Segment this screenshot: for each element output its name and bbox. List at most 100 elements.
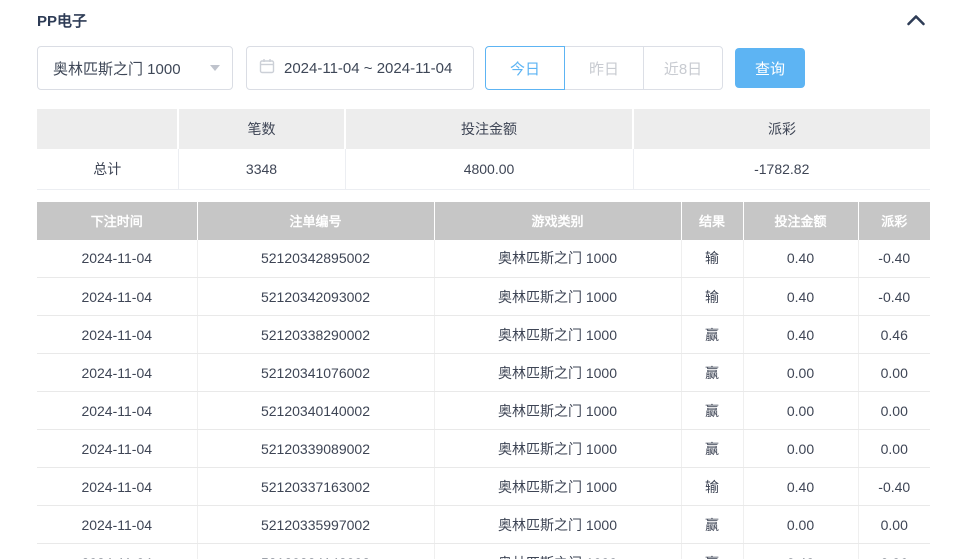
query-button[interactable]: 查询 (735, 48, 805, 88)
calendar-icon (259, 58, 275, 79)
last-8-days-button[interactable]: 近8日 (643, 46, 723, 90)
quick-date-button-group: 今日 昨日 近8日 (485, 46, 723, 90)
cell-result: 输 (681, 467, 744, 506)
cell-result: 赢 (681, 353, 744, 392)
table-row: 2024-11-04 52120342895002 奥林匹斯之门 1000 输 … (37, 239, 930, 278)
bets-header-bet-id: 注单编号 (197, 201, 435, 240)
cell-bet-amount: 0.00 (743, 391, 859, 430)
cell-bet-date: 2024-11-04 (37, 543, 198, 559)
cell-bet-amount: 0.00 (743, 353, 859, 392)
bets-header-bet-amount: 投注金额 (743, 201, 859, 240)
summary-header-row: 笔数 投注金额 派彩 (37, 109, 930, 149)
cell-bet-date: 2024-11-04 (37, 505, 198, 544)
bets-header-bet-time: 下注时间 (37, 201, 198, 240)
cell-bet-id: 52120342093002 (197, 277, 435, 316)
cell-result: 赢 (681, 315, 744, 354)
cell-game-type: 奥林匹斯之门 1000 (434, 353, 682, 392)
bets-header-result: 结果 (681, 201, 744, 240)
cell-game-type: 奥林匹斯之门 1000 (434, 239, 682, 278)
cell-result: 赢 (681, 391, 744, 430)
cell-payout: -0.40 (858, 277, 930, 316)
cell-bet-id: 52120339089002 (197, 429, 435, 468)
date-range-value: 2024-11-04 ~ 2024-11-04 (284, 59, 453, 77)
table-row: 2024-11-04 52120337163002 奥林匹斯之门 1000 输 … (37, 467, 930, 506)
cell-bet-date: 2024-11-04 (37, 239, 198, 278)
table-row: 2024-11-04 52120335997002 奥林匹斯之门 1000 赢 … (37, 505, 930, 544)
summary-total-bet-amount: 4800.00 (344, 149, 634, 190)
cell-payout: -0.40 (858, 467, 930, 506)
today-button[interactable]: 今日 (485, 46, 565, 90)
cell-game-type: 奥林匹斯之门 1000 (434, 543, 682, 559)
cell-bet-id: 52120337163002 (197, 467, 435, 506)
cell-game-type: 奥林匹斯之门 1000 (434, 391, 682, 430)
cell-bet-id: 52120334142002 (197, 543, 435, 559)
panel-title: PP电子 (37, 12, 88, 30)
cell-bet-date: 2024-11-04 (37, 315, 198, 354)
cell-bet-id: 52120342895002 (197, 239, 435, 278)
cell-bet-amount: 0.40 (743, 239, 859, 278)
summary-total-payout: -1782.82 (632, 149, 930, 190)
cell-payout: 0.06 (858, 543, 930, 559)
cell-payout: 0.00 (858, 429, 930, 468)
table-row: 2024-11-04 52120342093002 奥林匹斯之门 1000 输 … (37, 277, 930, 316)
summary-table: 笔数 投注金额 派彩 总计 3348 4800.00 -1782.82 (37, 109, 930, 190)
summary-total-count: 3348 (177, 149, 346, 190)
panel-header: PP电子 (37, 8, 930, 32)
cell-game-type: 奥林匹斯之门 1000 (434, 277, 682, 316)
cell-payout: 0.46 (858, 315, 930, 354)
game-select[interactable]: 奥林匹斯之门 1000 (37, 46, 233, 90)
cell-bet-amount: 0.00 (743, 429, 859, 468)
chevron-up-icon (906, 14, 926, 29)
table-row: 2024-11-04 52120338290002 奥林匹斯之门 1000 赢 … (37, 315, 930, 354)
collapse-button[interactable] (902, 12, 930, 28)
summary-header-bet-amount: 投注金额 (345, 109, 634, 149)
cell-bet-amount: 0.00 (743, 505, 859, 544)
summary-header-empty (37, 109, 179, 149)
cell-result: 赢 (681, 505, 744, 544)
summary-total-label: 总计 (37, 149, 179, 190)
cell-game-type: 奥林匹斯之门 1000 (434, 505, 682, 544)
cell-bet-amount: 0.40 (743, 467, 859, 506)
cell-bet-id: 52120341076002 (197, 353, 435, 392)
cell-bet-id: 52120335997002 (197, 505, 435, 544)
table-row: 2024-11-04 52120340140002 奥林匹斯之门 1000 赢 … (37, 391, 930, 430)
summary-header-payout: 派彩 (633, 109, 930, 149)
cell-bet-id: 52120340140002 (197, 391, 435, 430)
cell-result: 输 (681, 239, 744, 278)
cell-bet-date: 2024-11-04 (37, 391, 198, 430)
cell-bet-id: 52120338290002 (197, 315, 435, 354)
bets-header-payout: 派彩 (858, 201, 930, 240)
bets-table: 下注时间 注单编号 游戏类别 结果 投注金额 派彩 2024-11-04 521… (37, 201, 930, 559)
cell-bet-date: 2024-11-04 (37, 467, 198, 506)
table-row: 2024-11-04 52120339089002 奥林匹斯之门 1000 赢 … (37, 429, 930, 468)
game-select-value: 奥林匹斯之门 1000 (53, 60, 181, 78)
cell-payout: 0.00 (858, 391, 930, 430)
cell-game-type: 奥林匹斯之门 1000 (434, 467, 682, 506)
cell-game-type: 奥林匹斯之门 1000 (434, 429, 682, 468)
summary-header-count: 笔数 (178, 109, 346, 149)
cell-bet-amount: 0.40 (743, 543, 859, 559)
cell-result: 输 (681, 277, 744, 316)
yesterday-button[interactable]: 昨日 (564, 46, 644, 90)
cell-payout: 0.00 (858, 353, 930, 392)
bets-table-body: 2024-11-04 52120342895002 奥林匹斯之门 1000 输 … (37, 239, 930, 559)
cell-bet-amount: 0.40 (743, 315, 859, 354)
panel-pp-electronic: PP电子 奥林匹斯之门 1000 2024-11-04 ~ 2024-11-04… (0, 0, 966, 559)
cell-game-type: 奥林匹斯之门 1000 (434, 315, 682, 354)
cell-bet-amount: 0.40 (743, 277, 859, 316)
cell-payout: -0.40 (858, 239, 930, 278)
summary-total-row: 总计 3348 4800.00 -1782.82 (37, 149, 930, 190)
bets-header-game-type: 游戏类别 (434, 201, 682, 240)
cell-result: 赢 (681, 429, 744, 468)
table-row: 2024-11-04 52120341076002 奥林匹斯之门 1000 赢 … (37, 353, 930, 392)
table-row: 2024-11-04 52120334142002 奥林匹斯之门 1000 赢 … (37, 543, 930, 559)
cell-result: 赢 (681, 543, 744, 559)
cell-payout: 0.00 (858, 505, 930, 544)
date-range-input[interactable]: 2024-11-04 ~ 2024-11-04 (246, 46, 474, 90)
cell-bet-date: 2024-11-04 (37, 353, 198, 392)
bets-header-row: 下注时间 注单编号 游戏类别 结果 投注金额 派彩 (37, 201, 930, 240)
cell-bet-date: 2024-11-04 (37, 277, 198, 316)
caret-down-icon (210, 65, 220, 71)
filter-bar: 奥林匹斯之门 1000 2024-11-04 ~ 2024-11-04 今日 昨… (37, 46, 930, 90)
cell-bet-date: 2024-11-04 (37, 429, 198, 468)
